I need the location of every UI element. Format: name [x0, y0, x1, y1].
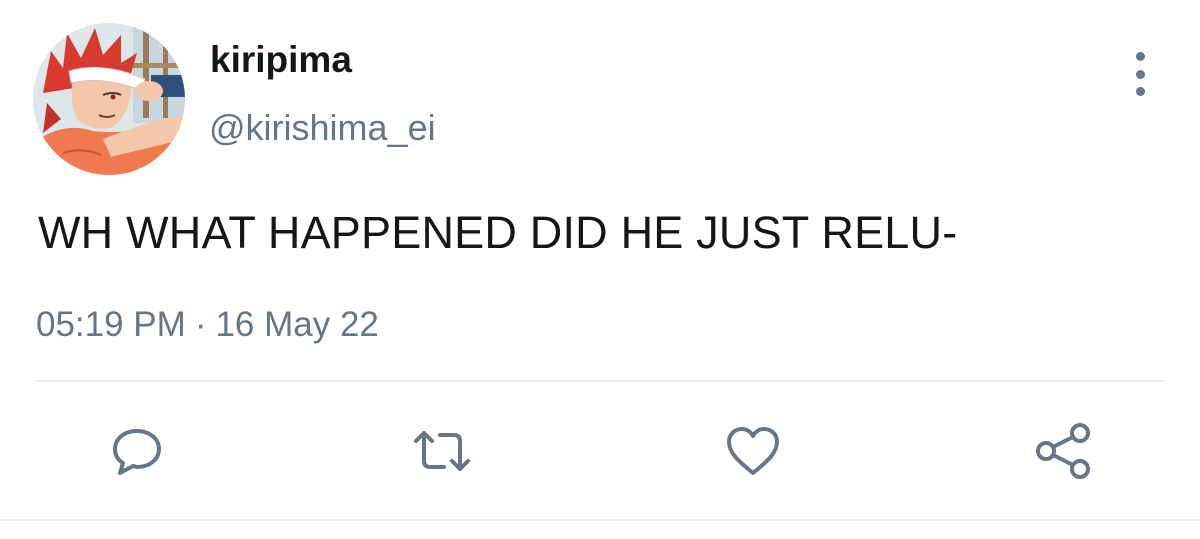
more-dot: [1135, 52, 1145, 61]
tweet-card: kiripima @kirishima_ei WH WHAT HAPPENED …: [0, 0, 1200, 539]
heart-icon: [727, 427, 779, 475]
tweet-text: WH WHAT HAPPENED DID HE JUST RELU-: [38, 207, 958, 258]
more-dot: [1135, 87, 1145, 96]
more-dot: [1135, 69, 1145, 79]
tweet-timestamp[interactable]: 05:19 PM · 16 May 22: [36, 303, 379, 347]
more-vertical-icon[interactable]: [1120, 50, 1160, 98]
meta-separator: ·: [194, 305, 207, 344]
retweet-icon: [414, 431, 470, 471]
reply-icon: [113, 429, 161, 475]
action-bar: [0, 420, 1200, 482]
bottom-border: [0, 519, 1200, 521]
tweet-date: 16 May 22: [215, 305, 379, 344]
avatar-illustration: [33, 23, 185, 175]
like-button[interactable]: [721, 420, 785, 482]
divider: [36, 380, 1164, 382]
user-handle[interactable]: @kirishima_ei: [209, 108, 436, 148]
display-name[interactable]: kiripima: [210, 40, 352, 80]
share-icon: [1036, 423, 1090, 479]
avatar[interactable]: [33, 23, 185, 175]
share-button[interactable]: [1032, 420, 1096, 482]
reply-button[interactable]: [105, 420, 169, 482]
retweet-button[interactable]: [410, 420, 474, 482]
tweet-time: 05:19 PM: [36, 305, 186, 344]
